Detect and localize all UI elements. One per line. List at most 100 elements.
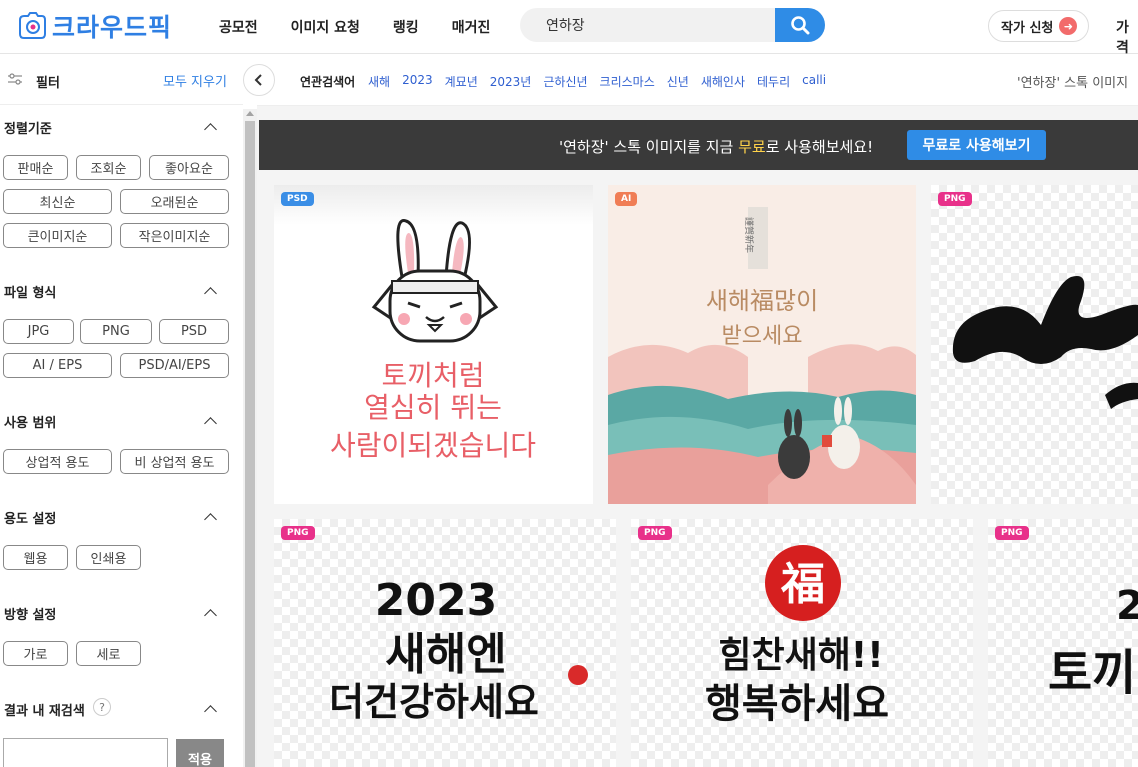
usage-scope-section-title: 사용 범위 [4,416,57,431]
calligraphy-fortune-artwork: 福 힘찬새해!! 행복하세요 [705,545,889,727]
related-keywords-bar: 연관검색어 새해 2023 계묘년 2023년 근하신년 크리스마스 신년 새해… [243,55,1138,106]
related-keyword[interactable]: calli [802,73,826,90]
sort-likes[interactable]: 좋아요순 [149,155,229,180]
format-badge: PNG [281,526,315,540]
usage-web[interactable]: 웹용 [3,545,68,570]
related-keyword[interactable]: 2023 [402,73,433,90]
nav-magazine[interactable]: 매거진 [452,17,491,37]
format-badge: PSD [281,192,314,206]
logo[interactable]: 크라우드픽 [16,8,172,44]
apply-author-label: 작가 신청 [1001,20,1054,36]
orientation-section-title: 방향 설정 [4,608,57,623]
related-keyword[interactable]: 근하신년 [543,73,587,90]
format-psd[interactable]: PSD [159,319,229,344]
image-card[interactable]: PNG 福 힘찬새해!! 행복하세요 [631,519,973,767]
related-keyword[interactable]: 새해 [368,73,390,90]
free-trial-button[interactable]: 무료로 사용해보기 [907,130,1046,160]
art-text: 열심히 뛰는 [364,391,502,424]
related-keyword[interactable]: 새해인사 [701,73,745,90]
sidebar-collapse-button[interactable] [243,64,275,96]
related-keyword[interactable]: 신년 [667,73,689,90]
search-bar [520,8,825,42]
research-apply-button[interactable]: 적용 [176,739,224,767]
chevron-up-icon[interactable] [204,513,217,526]
orientation-portrait[interactable]: 세로 [76,641,141,666]
camera-logo-icon [16,10,48,42]
art-text: 행복하세요 [705,681,889,727]
sort-large-image[interactable]: 큰이미지순 [3,223,112,248]
nav-pricing[interactable]: 가격 [1116,17,1138,57]
art-text: 토끼처럼 [381,359,484,392]
nav-ranking[interactable]: 랭킹 [393,17,419,37]
research-section-title: 결과 내 재검색 [4,704,85,719]
usage-setting-section-title: 용도 설정 [4,512,57,527]
related-keyword[interactable]: 크리스마스 [600,73,655,90]
art-text: 2023 [375,575,497,626]
promo-text: '연하장' 스톡 이미지를 지금 무료로 사용해보세요! [559,136,873,157]
scroll-up-arrow-icon[interactable] [246,111,254,116]
nav-image-request[interactable]: 이미지 요청 [291,17,360,37]
image-card[interactable]: PNG 2 토끼 [988,519,1138,767]
related-keyword[interactable]: 테두리 [757,73,790,90]
sort-sales[interactable]: 판매순 [3,155,68,180]
format-badge: PNG [938,192,972,206]
sort-small-image[interactable]: 작은이미지순 [120,223,229,248]
research-input[interactable] [3,738,168,767]
format-jpg[interactable]: JPG [3,319,74,344]
scope-noncommercial[interactable]: 비 상업적 용도 [120,449,229,474]
promo-highlight: 무료 [738,138,766,156]
art-text: 福 [780,559,825,610]
help-icon[interactable]: ? [93,698,111,716]
usage-print[interactable]: 인쇄용 [76,545,141,570]
filter-title: 필터 [36,76,60,91]
result-heading: '연하장' 스톡 이미지 [1017,76,1129,91]
art-text: 힘찬새해!! [718,635,883,676]
nav-contest[interactable]: 공모전 [219,17,258,37]
image-card[interactable]: PNG 2023 새해엔 더건강하세요 [274,519,616,767]
sort-views[interactable]: 조회순 [76,155,141,180]
calligraphy-2023-artwork: 2023 새해엔 더건강하세요 [329,575,588,724]
chevron-up-icon[interactable] [204,609,217,622]
filter-sliders-icon [6,71,24,91]
scrollbar-thumb[interactable] [245,121,255,767]
clear-all-link[interactable]: 모두 지우기 [163,71,227,90]
search-button[interactable] [775,8,825,42]
apply-author-button[interactable]: 작가 신청 ➜ [988,10,1089,42]
search-icon [791,16,810,35]
brush-calligraphy-artwork [952,276,1138,409]
scope-commercial[interactable]: 상업적 용도 [3,449,112,474]
image-card[interactable]: PSD 토끼처럼 열심히 뛰는 사람이되겠습니다 [274,185,593,504]
format-psd-ai-eps[interactable]: PSD/AI/EPS [120,353,229,378]
filter-sidebar: 필터 모두 지우기 정렬기준 판매순 조회순 좋아요순 최신순 오래된순 큰이미… [0,55,243,767]
top-header: 크라우드픽 공모전 이미지 요청 랭킹 매거진 작가 신청 ➜ 가격 [0,0,1138,57]
chevron-up-icon[interactable] [204,417,217,430]
format-png[interactable]: PNG [80,319,152,344]
related-keyword[interactable]: 2023년 [490,73,532,90]
format-badge: AI [615,192,638,206]
sort-newest[interactable]: 최신순 [3,189,112,214]
art-text: 새해福많이 [706,287,818,315]
file-format-section-title: 파일 형식 [4,286,57,301]
art-text: 더건강하세요 [329,680,539,724]
arrow-right-icon: ➜ [1059,17,1078,35]
promo-text-part: 로 사용해보세요! [765,138,874,156]
image-card[interactable]: AI 謹賀新年 새해福많이 받으세요 [608,185,916,504]
search-input[interactable] [520,8,775,42]
art-text: 謹賀新年 [743,217,755,253]
related-keyword[interactable]: 계묘년 [445,73,478,90]
orientation-landscape[interactable]: 가로 [3,641,68,666]
art-text: 2 [1116,583,1138,629]
chevron-left-icon [254,74,262,86]
art-text: 사람이되겠습니다 [330,429,536,462]
promo-text-part: '연하장' 스톡 이미지를 지금 [559,138,739,156]
related-keyword-list: 새해 2023 계묘년 2023년 근하신년 크리스마스 신년 새해인사 테두리… [368,73,826,90]
new-year-landscape-artwork: 謹賀新年 새해福많이 받으세요 [608,185,916,504]
chevron-up-icon[interactable] [204,123,217,136]
sort-oldest[interactable]: 오래된순 [120,189,229,214]
format-ai-eps[interactable]: AI / EPS [3,353,112,378]
chevron-up-icon[interactable] [204,287,217,300]
image-card[interactable]: PNG [931,185,1138,504]
chevron-up-icon[interactable] [204,705,217,718]
sidebar-scrollbar[interactable] [243,109,257,767]
main-nav: 공모전 이미지 요청 랭킹 매거진 [219,17,490,37]
